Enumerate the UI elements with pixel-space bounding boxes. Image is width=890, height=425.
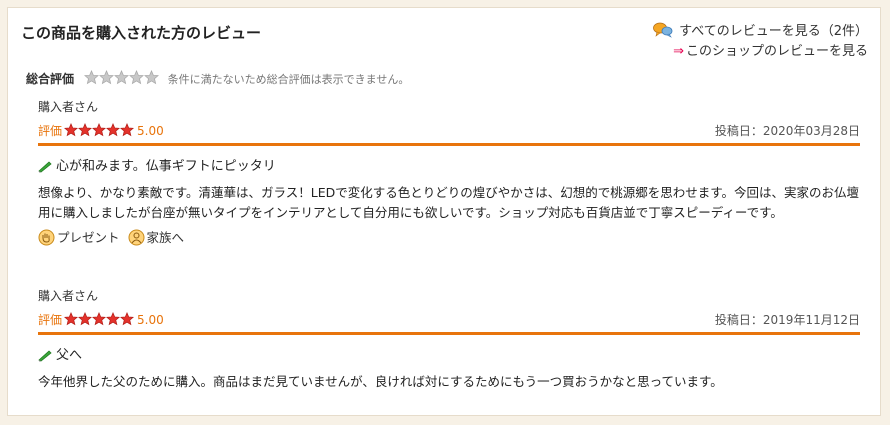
star-icon (92, 312, 107, 326)
tag-family: 家族へ (128, 227, 185, 246)
star-icon (106, 312, 121, 326)
rating-label: 評価 (38, 313, 63, 327)
shop-reviews-link[interactable]: このショップのレビューを見る (686, 44, 868, 59)
star-icon (113, 70, 129, 85)
rating-stars (64, 312, 135, 327)
star-icon (78, 312, 93, 326)
review-links: すべてのレビューを見る（2件） ⇒ このショップのレビューを見る (653, 22, 868, 62)
star-icon (78, 123, 93, 137)
all-reviews-link[interactable]: すべてのレビューを見る（2件） (679, 24, 868, 39)
review-panel: この商品を購入された方のレビュー すべてのレビューを見る（2件） ⇒ このショップ… (7, 7, 881, 416)
reviewer-name: 購入者さん (38, 100, 99, 114)
star-icon (106, 123, 121, 137)
arrow-right-icon: ⇒ (673, 44, 684, 59)
rating-divider (38, 332, 860, 335)
tag-present: プレゼント (38, 227, 120, 246)
post-date: 投稿日：2020年03月28日 (714, 124, 860, 138)
review-headline-row: 父へ (38, 344, 860, 366)
review-item: 購入者さん 評価 5.00 投稿日：2020年03月28日 心が和みます。仏事ギフ… (38, 98, 860, 246)
review-rating-row: 評価 5.00 投稿日：2020年03月28日 (38, 122, 860, 142)
review-headline: 心が和みます。仏事ギフトにピッタリ (56, 159, 276, 174)
section-title: この商品を購入された方のレビュー (21, 24, 262, 42)
post-date: 投稿日：2019年11月12日 (714, 313, 860, 327)
tag-label: プレゼント (57, 230, 120, 245)
rating-label: 評価 (38, 124, 63, 138)
overall-rating-label: 総合評価 (26, 72, 75, 86)
overall-rating-stars (83, 70, 159, 86)
star-icon (64, 123, 79, 137)
overall-rating: 総合評価 条件に満たないため総合評価は表示できません。 (26, 70, 409, 87)
star-icon (120, 312, 135, 326)
rating-divider (38, 143, 860, 146)
present-hand-icon (38, 229, 55, 246)
overall-rating-note: 条件に満たないため総合評価は表示できません。 (167, 73, 410, 86)
star-icon (120, 123, 135, 137)
star-icon (128, 70, 144, 85)
family-person-icon (128, 229, 144, 246)
review-body: 今年他界した父のために購入。商品はまだ見ていませんが、良ければ対にするためにもう… (38, 374, 723, 389)
review-headline-row: 心が和みます。仏事ギフトにピッタリ (38, 155, 860, 177)
review-tags: プレゼント 家族へ (38, 227, 860, 246)
reviewer-name: 購入者さん (38, 289, 99, 303)
review-item: 購入者さん 評価 5.00 投稿日：2019年11月12日 父へ 今年他界した父の… (38, 287, 860, 392)
chat-bubbles-icon (653, 22, 673, 45)
star-icon (92, 123, 107, 137)
star-icon (83, 70, 99, 85)
pencil-icon (38, 350, 52, 366)
review-body: 想像より、かなり素敵です。清蓮華は、ガラス！LEDで変化する色とりどりの煌びやか… (38, 185, 859, 220)
tag-label: 家族へ (146, 230, 185, 245)
star-icon (64, 312, 79, 326)
pencil-icon (38, 161, 52, 177)
rating-stars (64, 123, 135, 138)
review-rating-row: 評価 5.00 投稿日：2019年11月12日 (38, 311, 860, 331)
rating-score: 5.00 (137, 124, 164, 138)
rating-score: 5.00 (137, 313, 164, 327)
star-icon (143, 70, 159, 85)
review-headline: 父へ (56, 348, 83, 363)
star-icon (98, 70, 114, 85)
